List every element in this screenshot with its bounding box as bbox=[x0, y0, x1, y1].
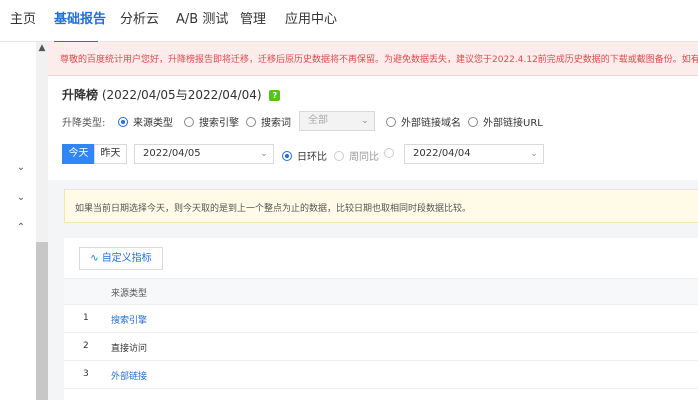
radio-day-over-day[interactable]: 日环比 bbox=[282, 148, 327, 163]
radio-unchecked-icon bbox=[334, 151, 344, 161]
row-index: 1 bbox=[83, 313, 89, 323]
nav-tab-analysis-cloud[interactable]: 分析云 bbox=[120, 0, 159, 42]
row-index: 2 bbox=[83, 341, 89, 351]
custom-metrics-button[interactable]: ∿ 自定义指标 bbox=[79, 247, 163, 270]
row-value-link[interactable]: 搜索引擎 bbox=[111, 313, 147, 326]
chevron-up-icon[interactable]: ⌃ bbox=[14, 221, 28, 235]
today-button[interactable]: 今天 bbox=[62, 144, 95, 164]
table-row: 2 直接访问 bbox=[64, 333, 698, 361]
banner-text: 尊敬的百度统计用户您好，升降榜报告即将迁移，迁移后原历史数据将不再保留。为避免数… bbox=[60, 55, 698, 65]
table-row: 1 搜索引擎 bbox=[64, 305, 698, 333]
row-index: 3 bbox=[83, 369, 89, 379]
page-title: 升降榜 (2022/04/05与2022/04/04) ? bbox=[62, 86, 281, 103]
radio-unchecked-icon bbox=[184, 117, 194, 127]
scroll-up-arrow-icon[interactable]: ▲ bbox=[36, 42, 48, 54]
pulse-chart-icon: ∿ bbox=[90, 253, 99, 264]
nav-tab-app-center[interactable]: 应用中心 bbox=[285, 0, 337, 42]
radio-search-engine-label: 搜索引擎 bbox=[199, 118, 239, 129]
nav-tab-basic-reports[interactable]: 基础报告 bbox=[54, 0, 107, 43]
yesterday-button[interactable]: 昨天 bbox=[94, 144, 127, 164]
type-detail-select-value: 全部 bbox=[308, 115, 328, 126]
top-nav: 主页 基础报告 分析云 A/B 测试 管理 应用中心 bbox=[0, 0, 698, 43]
migration-warning-banner: 尊敬的百度统计用户您好，升降榜报告即将迁移，迁移后原历史数据将不再保留。为避免数… bbox=[48, 42, 698, 76]
report-date-range: (2022/04/05与2022/04/04) bbox=[101, 88, 262, 102]
type-detail-select[interactable]: 全部 ⌄ bbox=[299, 111, 375, 131]
radio-week-over-week[interactable]: 周同比 bbox=[334, 148, 379, 163]
date-picker-primary-value: 2022/04/05 bbox=[143, 148, 201, 159]
chevron-down-icon[interactable]: ⌄ bbox=[14, 161, 28, 175]
radio-external-link-url[interactable]: 外部链接URL bbox=[468, 114, 543, 129]
table-row: 3 外部链接 bbox=[64, 361, 698, 389]
radio-unchecked-icon bbox=[384, 148, 394, 158]
sidebar-scrollbar-thumb[interactable] bbox=[36, 242, 48, 400]
custom-metrics-label: 自定义指标 bbox=[101, 253, 152, 264]
radio-search-term-label: 搜索词 bbox=[261, 118, 291, 129]
radio-external-link-url-label: 外部链接URL bbox=[483, 118, 543, 129]
radio-source-type-label: 来源类型 bbox=[133, 118, 173, 129]
date-picker-compare[interactable]: 2022/04/04 ⌄ bbox=[404, 144, 544, 164]
nav-tab-ab-test[interactable]: A/B 测试 bbox=[176, 0, 228, 42]
date-picker-compare-value: 2022/04/04 bbox=[413, 148, 471, 159]
nav-tab-basic-reports-label: 基础报告 bbox=[54, 12, 107, 27]
sidebar: ▲ ⌄ ⌄ ⌃ bbox=[0, 42, 48, 400]
chevron-down-icon: ⌄ bbox=[260, 149, 268, 159]
nav-tab-manage[interactable]: 管理 bbox=[240, 0, 266, 42]
rise-fall-type-label: 升降类型: bbox=[62, 118, 106, 129]
row-value-link[interactable]: 外部链接 bbox=[111, 369, 147, 382]
help-icon[interactable]: ? bbox=[269, 90, 281, 101]
nav-tab-home[interactable]: 主页 bbox=[10, 0, 36, 42]
radio-checked-icon bbox=[282, 151, 292, 161]
row-value: 直接访问 bbox=[111, 344, 148, 354]
radio-external-link-domain[interactable]: 外部链接域名 bbox=[386, 114, 461, 129]
report-title: 升降榜 bbox=[62, 88, 99, 102]
sidebar-scrollbar[interactable] bbox=[36, 42, 48, 400]
radio-checked-icon bbox=[118, 117, 128, 127]
chevron-down-icon: ⌄ bbox=[361, 116, 369, 126]
radio-source-type[interactable]: 来源类型 bbox=[118, 114, 173, 129]
radio-day-over-day-label: 日环比 bbox=[297, 152, 327, 163]
radio-unchecked-icon bbox=[246, 117, 256, 127]
radio-unchecked-icon bbox=[386, 117, 396, 127]
chevron-down-icon: ⌄ bbox=[530, 149, 538, 159]
radio-search-engine[interactable]: 搜索引擎 bbox=[184, 114, 239, 129]
date-info-notice: 如果当前日期选择今天，则今天取的是到上一个整点为止的数据，比较日期也取相同时段数… bbox=[64, 189, 698, 223]
radio-extra-compare[interactable] bbox=[384, 148, 399, 160]
column-header-source-type: 来源类型 bbox=[111, 289, 148, 299]
report-table-card: ∿ 自定义指标 来源类型 1 搜索引擎 2 直接访问 3 外部链接 bbox=[64, 238, 698, 400]
radio-unchecked-icon bbox=[468, 117, 478, 127]
table-header: 来源类型 bbox=[64, 278, 698, 305]
report-filter-card: 升降榜 (2022/04/05与2022/04/04) ? 升降类型: 来源类型… bbox=[48, 76, 698, 180]
radio-search-term[interactable]: 搜索词 bbox=[246, 114, 291, 129]
chevron-down-icon[interactable]: ⌄ bbox=[14, 191, 28, 205]
notice-text: 如果当前日期选择今天，则今天取的是到上一个整点为止的数据，比较日期也取相同时段数… bbox=[75, 204, 472, 214]
date-picker-primary[interactable]: 2022/04/05 ⌄ bbox=[134, 144, 274, 164]
radio-week-over-week-label: 周同比 bbox=[349, 152, 379, 163]
radio-external-link-domain-label: 外部链接域名 bbox=[401, 118, 461, 129]
